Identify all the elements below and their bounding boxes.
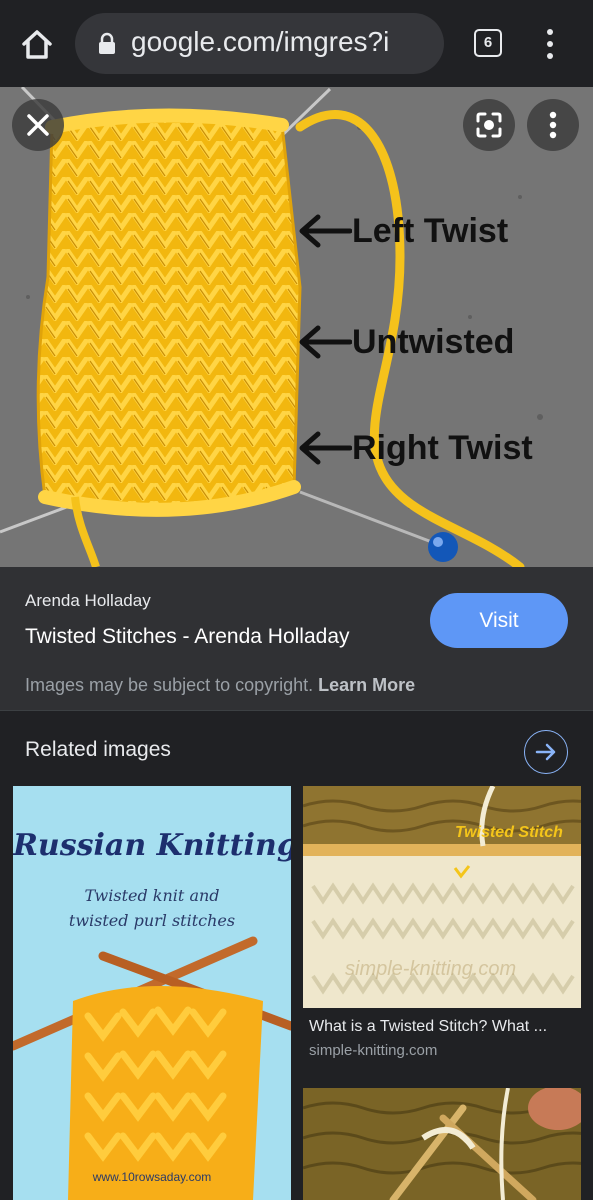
arrow-left-icon bbox=[299, 214, 352, 248]
knitting-swatch-image bbox=[303, 1088, 581, 1200]
card-image-url: www.10rowsaday.com bbox=[92, 1170, 212, 1184]
annotation-label: Right Twist bbox=[352, 429, 533, 467]
visit-button[interactable]: Visit bbox=[430, 593, 568, 648]
arrow-left-icon bbox=[299, 431, 352, 465]
result-info-panel: Arenda Holladay Twisted Stitches - Arend… bbox=[0, 567, 593, 710]
home-icon[interactable] bbox=[14, 22, 60, 68]
arrow-left-icon bbox=[299, 325, 352, 359]
copyright-text: Images may be subject to copyright. bbox=[25, 675, 314, 695]
source-name: Arenda Holladay bbox=[25, 591, 151, 610]
more-vert-icon[interactable] bbox=[527, 99, 579, 151]
browser-toolbar: google.com/imgres?i 6 bbox=[0, 0, 593, 87]
related-image-knitting-needles[interactable] bbox=[303, 1088, 581, 1200]
card-image-watermark: simple-knitting.com bbox=[345, 958, 517, 980]
lock-icon bbox=[95, 32, 119, 56]
lens-icon[interactable] bbox=[463, 99, 515, 151]
arrow-forward-icon[interactable] bbox=[524, 730, 568, 774]
related-image-site: simple-knitting.com bbox=[309, 1042, 438, 1059]
address-bar[interactable]: google.com/imgres?i bbox=[75, 13, 444, 74]
image-preview[interactable]: Left Twist Untwisted Right Twist bbox=[0, 87, 593, 567]
related-image-twisted-stitch[interactable]: Twisted Stitch simple-knitting.com bbox=[303, 786, 581, 1008]
related-image-title[interactable]: What is a Twisted Stitch? What ... bbox=[309, 1018, 575, 1036]
related-image-caption[interactable]: What is a Twisted Stitch? What ... simpl… bbox=[303, 1008, 581, 1074]
tab-switcher-icon[interactable]: 6 bbox=[470, 25, 506, 61]
related-images-heading: Related images bbox=[25, 738, 171, 761]
section-divider bbox=[0, 710, 593, 711]
learn-more-link[interactable]: Learn More bbox=[318, 675, 415, 695]
related-image-russian-knitting[interactable]: Russian Knitting Twisted knit and twiste… bbox=[13, 786, 291, 1200]
annotation-label: Left Twist bbox=[352, 212, 509, 250]
knitting-swatch-image bbox=[13, 936, 291, 1200]
url-text[interactable]: google.com/imgres?i bbox=[131, 26, 436, 58]
more-vert-icon[interactable] bbox=[534, 22, 566, 66]
tab-count: 6 bbox=[474, 29, 502, 57]
result-title[interactable]: Twisted Stitches - Arenda Holladay bbox=[25, 625, 350, 649]
close-icon[interactable] bbox=[12, 99, 64, 151]
card-image-label: Twisted Stitch bbox=[455, 824, 563, 841]
copyright-notice: Images may be subject to copyright. Lear… bbox=[25, 675, 415, 696]
annotation-label: Untwisted bbox=[352, 323, 515, 361]
